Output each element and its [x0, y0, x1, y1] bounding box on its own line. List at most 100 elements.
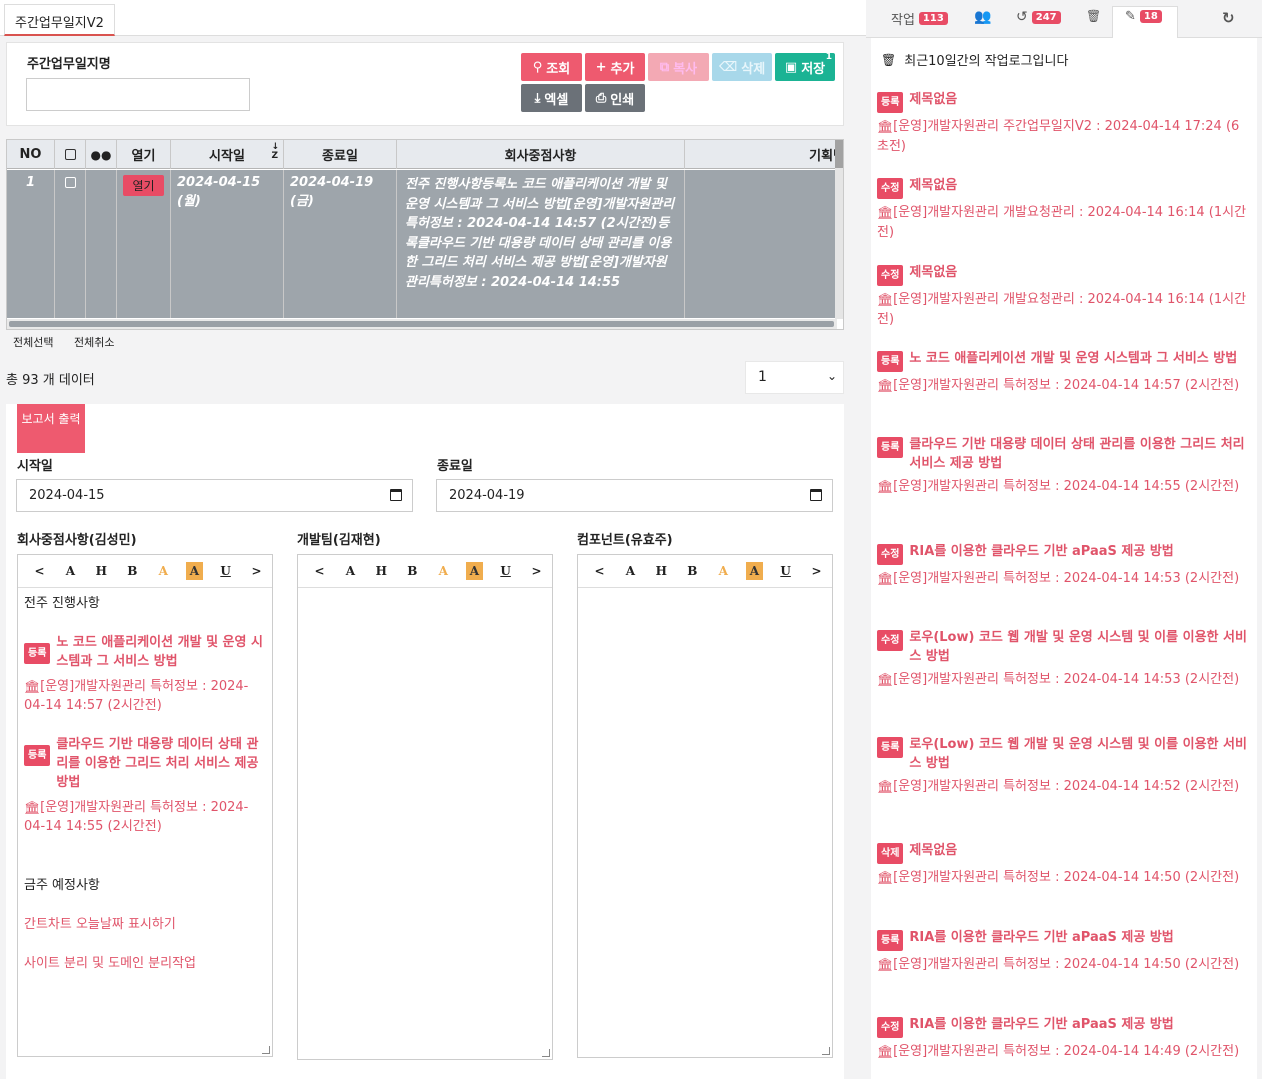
- resize-grip[interactable]: [542, 1049, 550, 1057]
- col-plan[interactable]: 기획팀: [685, 140, 843, 169]
- refresh-button[interactable]: ↻: [1222, 9, 1235, 27]
- font-button[interactable]: A: [615, 564, 646, 578]
- search-button-label: 조회: [546, 61, 571, 77]
- tab-tasks[interactable]: 작업 113: [891, 9, 948, 28]
- underline-button[interactable]: U: [490, 564, 521, 578]
- list-item[interactable]: 수정 제목없음 🏛 [운영]개발자원관리 개발요청관리 : 2024-04-14 1…: [877, 176, 1247, 243]
- delete-button[interactable]: ⌫ 삭제: [712, 53, 772, 81]
- list-item[interactable]: 수정 로우(Low) 코드 웹 개발 및 운영 시스템 및 이를 이용한 서비스 …: [877, 628, 1247, 690]
- scroll-left-button[interactable]: <: [24, 564, 55, 578]
- resize-grip[interactable]: [822, 1047, 830, 1055]
- log-item-meta: 🏛 [운영]개발자원관리 특허정보 : 2024-04-14 14:52 (2시…: [877, 777, 1247, 797]
- bold-button[interactable]: B: [117, 564, 148, 578]
- heading-button[interactable]: H: [86, 564, 117, 578]
- col-start[interactable]: 시작일 ↓ Z: [171, 140, 284, 169]
- editor-focus[interactable]: < A H B A A U > 전주 진행사항 등록 노 코드 애플리케이션 개발 및 운영 시…: [17, 554, 273, 1057]
- bold-button[interactable]: B: [677, 564, 708, 578]
- log-item-meta-text: [운영]개발자원관리 주간업무일지V2 : 2024-04-14 17:24 (…: [877, 119, 1240, 154]
- log-item-title-text[interactable]: 제목없음: [909, 841, 957, 860]
- end-date-value: 2024-04-19: [449, 488, 525, 503]
- font-button[interactable]: A: [335, 564, 366, 578]
- sort-icon[interactable]: ↓ Z: [271, 143, 279, 161]
- report-print-button[interactable]: 보고서 출력: [17, 404, 85, 453]
- list-item[interactable]: 등록 제목없음 🏛 [운영]개발자원관리 주간업무일지V2 : 2024-04-14…: [877, 90, 1247, 157]
- bg-color-button[interactable]: A: [465, 562, 484, 580]
- open-button[interactable]: 열기: [123, 175, 164, 196]
- excel-button[interactable]: ⤓ 엑셀: [521, 84, 582, 112]
- font-color-button[interactable]: A: [428, 564, 459, 578]
- log-item-title-text[interactable]: 제목없음: [909, 263, 957, 282]
- log-item-title-text[interactable]: 제목없음: [909, 90, 957, 109]
- font-color-button[interactable]: A: [148, 564, 179, 578]
- log-item-title-text[interactable]: RIA를 이용한 클라우드 기반 aPaaS 제공 방법: [909, 928, 1173, 947]
- list-item[interactable]: 수정 RIA를 이용한 클라우드 기반 aPaaS 제공 방법 🏛 [운영]개발자원…: [877, 542, 1247, 589]
- list-item[interactable]: 등록 클라우드 기반 대용량 데이터 상태 관리를 이용한 그리드 처리 서비스 …: [877, 435, 1247, 497]
- list-item[interactable]: 수정 제목없음 🏛 [운영]개발자원관리 개발요청관리 : 2024-04-14 1…: [877, 263, 1247, 330]
- heading-button[interactable]: H: [366, 564, 397, 578]
- font-button[interactable]: A: [55, 564, 86, 578]
- bg-color-button[interactable]: A: [185, 562, 204, 580]
- underline-button[interactable]: U: [770, 564, 801, 578]
- col-checkbox[interactable]: [55, 140, 86, 169]
- scroll-right-button[interactable]: >: [521, 564, 552, 578]
- status-badge: 등록: [877, 930, 904, 951]
- log-item-title-text[interactable]: 클라우드 기반 대용량 데이터 상태 관리를 이용한 그리드 처리 서비스 제공…: [909, 435, 1247, 473]
- page-select[interactable]: 1 ⌄: [745, 361, 844, 394]
- log-item-title-text[interactable]: 제목없음: [909, 176, 957, 195]
- log-item-title-text[interactable]: 로우(Low) 코드 웹 개발 및 운영 시스템 및 이를 이용한 서비스 방법: [909, 735, 1247, 773]
- search-input[interactable]: [26, 78, 250, 111]
- tab-users[interactable]: 👥: [974, 9, 991, 25]
- log-list: 🗑 최근10일간의 작업로그입니다 등록 제목없음 🏛 [운영]개발자원관리 주간업무…: [871, 38, 1257, 1079]
- editor-body[interactable]: 전주 진행사항 등록 노 코드 애플리케이션 개발 및 운영 시스템과 그 서비스…: [18, 588, 272, 999]
- bold-button[interactable]: B: [397, 564, 428, 578]
- list-item[interactable]: 등록 노 코드 애플리케이션 개발 및 운영 시스템과 그 서비스 방법 🏛 [운영…: [877, 349, 1247, 396]
- copy-button[interactable]: ⧉ 복사: [648, 53, 709, 81]
- tab-weekly-log[interactable]: 주간업무일지V2: [4, 4, 115, 36]
- checkbox-icon[interactable]: [64, 149, 76, 160]
- tab-history[interactable]: ↺ 247: [1016, 9, 1061, 25]
- log-item-title-text[interactable]: 로우(Low) 코드 웹 개발 및 운영 시스템 및 이를 이용한 서비스 방법: [909, 628, 1247, 666]
- calendar-icon[interactable]: [810, 489, 822, 501]
- select-all-link[interactable]: 전체선택: [13, 334, 53, 350]
- bg-color-button[interactable]: A: [745, 562, 764, 580]
- start-date-input[interactable]: 2024-04-15: [16, 479, 413, 512]
- print-button[interactable]: ⎙ 인쇄: [585, 84, 645, 112]
- heading-button[interactable]: H: [646, 564, 677, 578]
- list-item[interactable]: 수정 RIA를 이용한 클라우드 기반 aPaaS 제공 방법 🏛 [운영]개발자원…: [877, 1015, 1247, 1062]
- list-item[interactable]: 등록 로우(Low) 코드 웹 개발 및 운영 시스템 및 이를 이용한 서비스 …: [877, 735, 1247, 797]
- grid-hscroll[interactable]: [7, 319, 837, 329]
- checkbox-icon[interactable]: [64, 177, 76, 188]
- users-icon: 👥: [974, 9, 992, 25]
- font-color-button[interactable]: A: [708, 564, 739, 578]
- table-row[interactable]: 1 열기 2024-04-15 (월) 2024-04-19 (금) 전주 진행…: [7, 170, 837, 318]
- editor-item-meta: 🏛 [운영]개발자원관리 특허정보 : 2024-04-14 14:55 (2시…: [24, 798, 266, 836]
- scroll-left-button[interactable]: <: [584, 564, 615, 578]
- scroll-right-button[interactable]: >: [801, 564, 832, 578]
- bank-icon: 🏛: [877, 293, 894, 308]
- editor-component[interactable]: < A H B A A U >: [577, 554, 833, 1058]
- add-button[interactable]: + 추가: [585, 53, 645, 81]
- end-date-input[interactable]: 2024-04-19: [436, 479, 833, 512]
- calendar-icon[interactable]: [390, 489, 402, 501]
- underline-button[interactable]: U: [210, 564, 241, 578]
- list-item[interactable]: 등록 RIA를 이용한 클라우드 기반 aPaaS 제공 방법 🏛 [운영]개발자원…: [877, 928, 1247, 975]
- save-button[interactable]: ▣ 저장 1: [775, 52, 835, 81]
- row-checkbox[interactable]: [55, 170, 86, 318]
- editor-dev[interactable]: < A H B A A U >: [297, 554, 553, 1060]
- log-item-title-text[interactable]: 노 코드 애플리케이션 개발 및 운영 시스템과 그 서비스 방법: [909, 349, 1237, 368]
- tab-trash[interactable]: 🗑: [1086, 9, 1101, 23]
- log-item-title-text[interactable]: RIA를 이용한 클라우드 기반 aPaaS 제공 방법: [909, 542, 1173, 561]
- tab-edit-log[interactable]: ✎ 18: [1125, 9, 1162, 24]
- col-end[interactable]: 종료일: [284, 140, 397, 169]
- log-item-title-text[interactable]: RIA를 이용한 클라우드 기반 aPaaS 제공 방법: [909, 1015, 1173, 1034]
- list-item[interactable]: 삭제 제목없음 🏛 [운영]개발자원관리 특허정보 : 2024-04-14 14:…: [877, 841, 1247, 888]
- resize-grip[interactable]: [262, 1046, 270, 1054]
- search-button[interactable]: ⚲ 조회: [521, 53, 582, 81]
- col-focus[interactable]: 회사중점사항: [397, 140, 685, 169]
- scroll-left-button[interactable]: <: [304, 564, 335, 578]
- grid-vscroll[interactable]: [835, 140, 843, 319]
- scroll-right-button[interactable]: >: [241, 564, 272, 578]
- col-open[interactable]: 열기: [117, 140, 171, 169]
- deselect-all-link[interactable]: 전체취소: [74, 334, 114, 350]
- col-no[interactable]: NO: [7, 140, 55, 169]
